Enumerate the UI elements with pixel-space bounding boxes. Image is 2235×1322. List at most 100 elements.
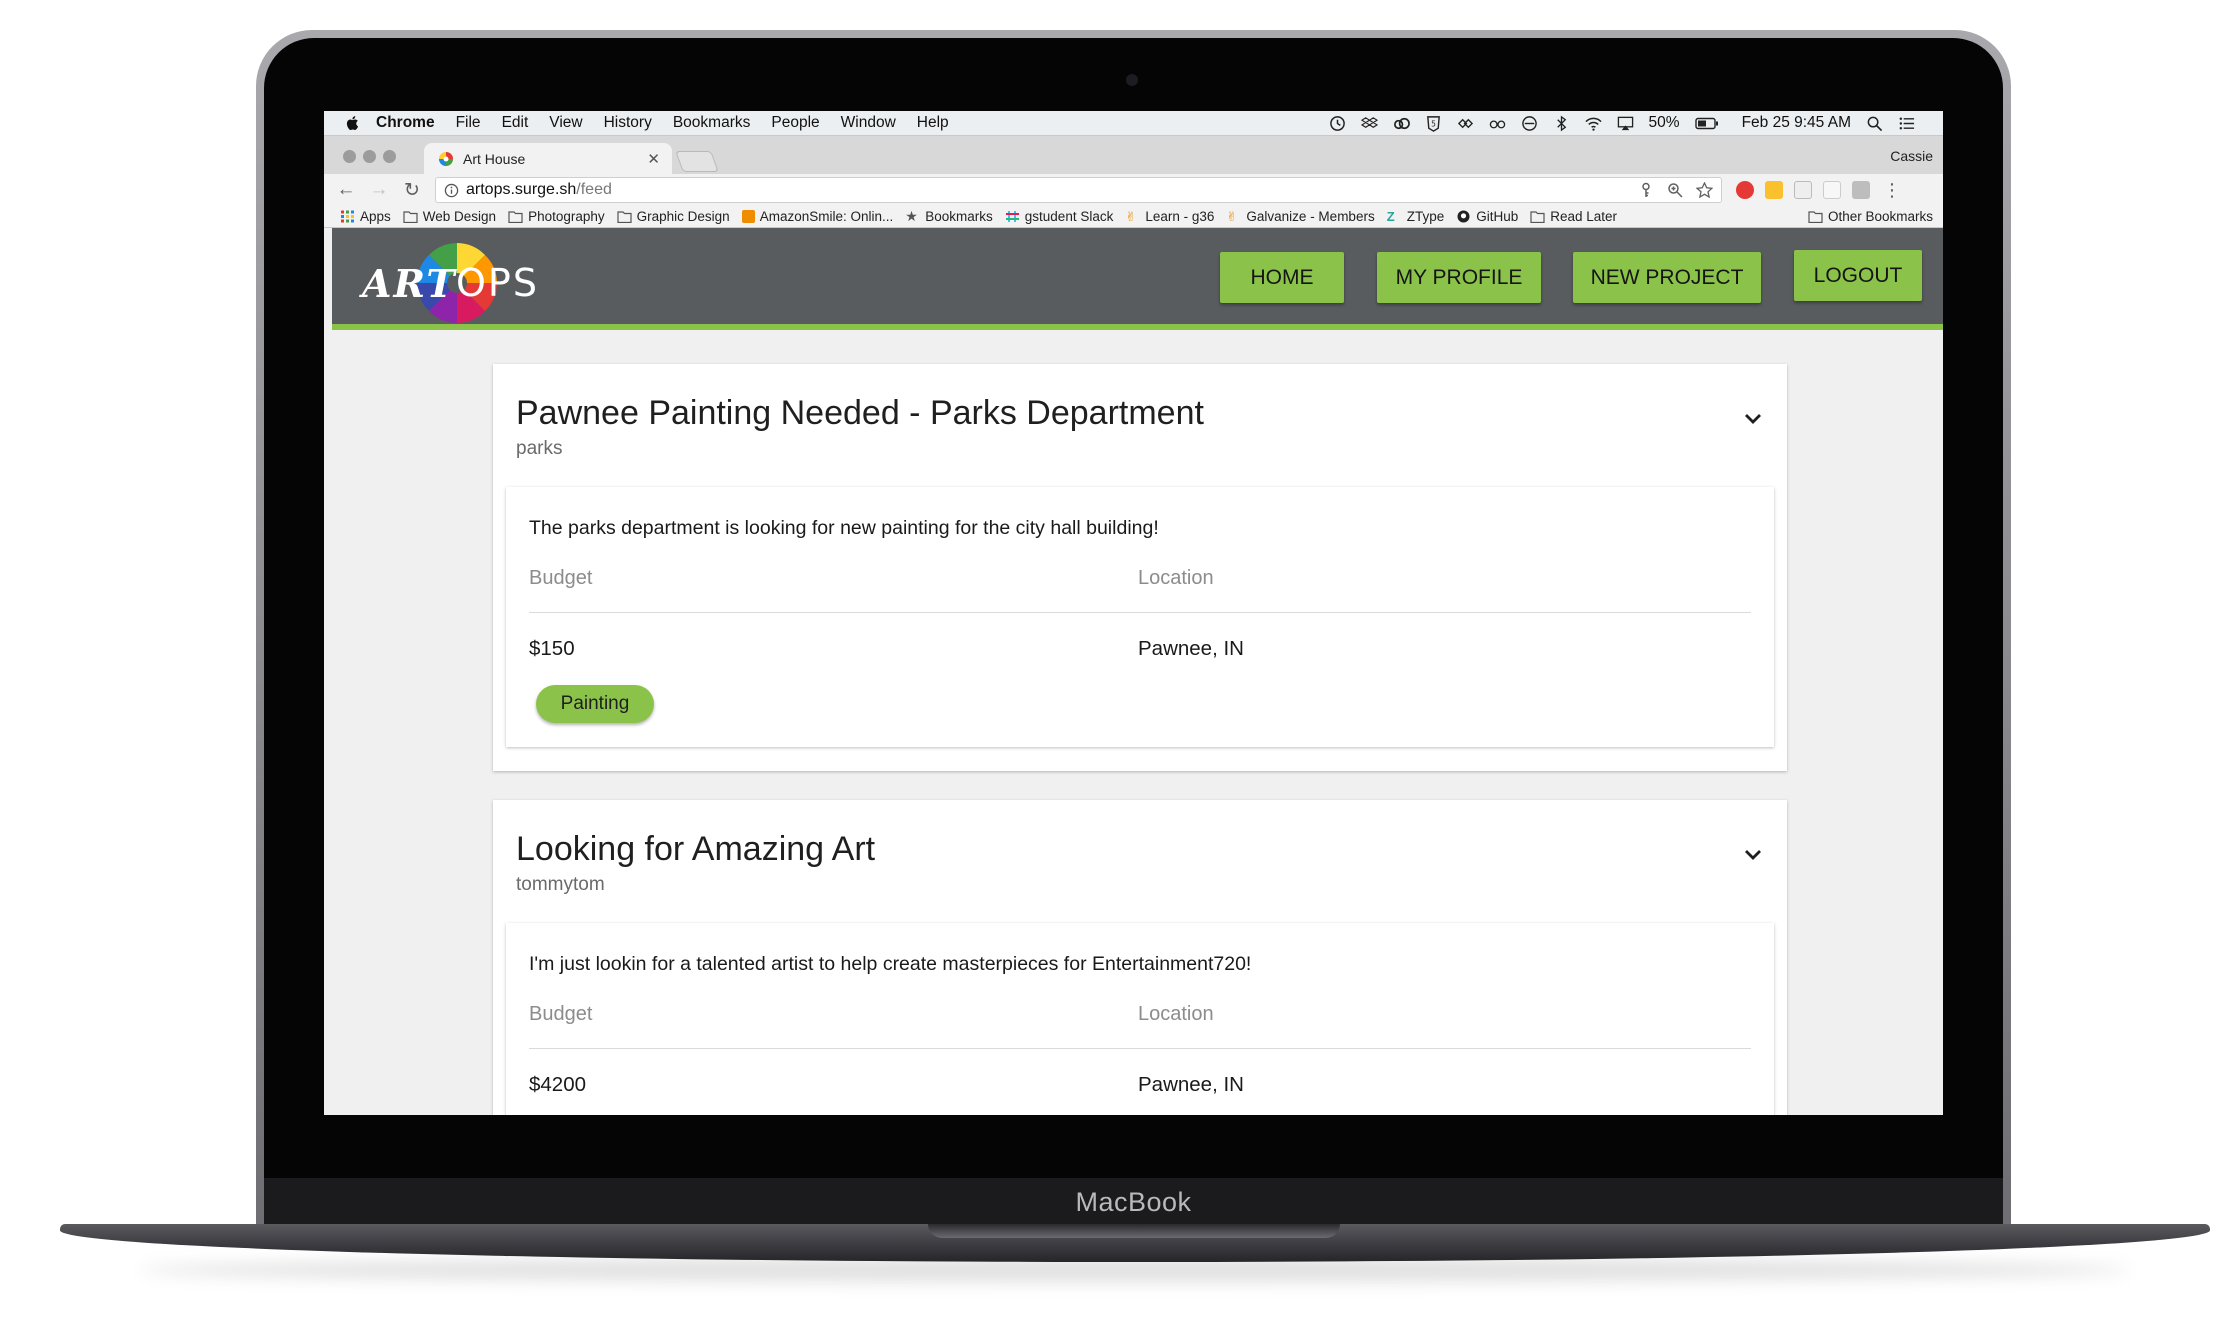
- apple-icon[interactable]: [344, 114, 362, 132]
- notification-center-icon[interactable]: [1898, 115, 1915, 132]
- project-owner: parks: [516, 438, 563, 459]
- project-title[interactable]: Pawnee Painting Needed - Parks Departmen…: [516, 394, 1204, 433]
- forward-arrow-icon[interactable]: →: [368, 179, 390, 201]
- bookmark-label: Bookmarks: [925, 209, 993, 224]
- bookmark-bookmarks[interactable]: ★ Bookmarks: [905, 209, 993, 224]
- adblock-plus-icon[interactable]: [1736, 181, 1754, 199]
- time-machine-icon[interactable]: [1329, 115, 1346, 132]
- bookmark-web-design[interactable]: Web Design: [403, 209, 496, 224]
- laptop-brand-label: MacBook: [1075, 1187, 1192, 1217]
- bookmark-apps[interactable]: Apps: [340, 209, 391, 224]
- new-tab-button[interactable]: [675, 151, 719, 172]
- bookmark-label: Apps: [360, 209, 391, 224]
- battery-icon[interactable]: [1694, 115, 1719, 132]
- project-title[interactable]: Looking for Amazing Art: [516, 830, 875, 869]
- info-icon[interactable]: [444, 183, 459, 198]
- camera-icon: [1126, 74, 1138, 86]
- project-owner: tommytom: [516, 874, 605, 895]
- dotted-square-extension-icon[interactable]: [1823, 181, 1841, 199]
- folder-icon: [403, 211, 418, 223]
- zoom-icon[interactable]: [1667, 182, 1683, 198]
- chevron-down-icon[interactable]: [1743, 412, 1763, 426]
- bluetooth-icon[interactable]: [1553, 115, 1570, 132]
- bookmark-other-bookmarks[interactable]: Other Bookmarks: [1808, 209, 1933, 224]
- chrome-toolbar: ← → ↻ artops.surge.sh/feed ⋮: [324, 174, 1943, 206]
- menu-window[interactable]: Window: [841, 114, 896, 132]
- shield-icon[interactable]: 5: [1425, 115, 1442, 132]
- bookmark-label: AmazonSmile: Onlin...: [759, 209, 894, 224]
- github-icon: [1457, 210, 1470, 223]
- new-project-button[interactable]: NEW PROJECT: [1573, 252, 1761, 303]
- slack-icon: [1005, 211, 1019, 222]
- bookmark-graphic-design[interactable]: Graphic Design: [617, 209, 730, 224]
- menu-people[interactable]: People: [771, 114, 819, 132]
- web-page: ART OPS HOME MY PROFILE NEW PROJECT LOGO…: [332, 228, 1943, 1115]
- profile-name[interactable]: Cassie: [1890, 148, 1933, 164]
- creative-cloud-icon[interactable]: [1393, 115, 1410, 132]
- menu-view[interactable]: View: [549, 114, 582, 132]
- wifi-icon[interactable]: [1584, 115, 1602, 132]
- project-details: The parks department is looking for new …: [506, 487, 1774, 747]
- extension-icon[interactable]: [1794, 181, 1812, 199]
- omnibox-actions: [1638, 182, 1721, 198]
- tab-title: Art House: [463, 150, 526, 167]
- chrome-tab-strip: Art House ✕ Cassie: [324, 136, 1943, 174]
- apps-grid-icon: [341, 210, 354, 223]
- home-button[interactable]: HOME: [1220, 252, 1344, 303]
- bookmark-amazonsmile[interactable]: AmazonSmile: Onlin...: [741, 209, 894, 224]
- folder-icon: [508, 211, 523, 223]
- bookmark-gstudent-slack[interactable]: gstudent Slack: [1005, 209, 1113, 224]
- project-description: I'm just lookin for a talented artist to…: [529, 953, 1252, 975]
- browser-tab[interactable]: Art House ✕: [424, 143, 672, 174]
- battery-percent: 50%: [1648, 114, 1680, 131]
- menu-bookmarks[interactable]: Bookmarks: [673, 114, 751, 132]
- category-chip[interactable]: Painting: [536, 685, 654, 723]
- menu-edit[interactable]: Edit: [502, 114, 529, 132]
- bookmark-ztype[interactable]: Z ZType: [1387, 209, 1445, 224]
- close-window-button[interactable]: [343, 150, 356, 163]
- menu-history[interactable]: History: [604, 114, 652, 132]
- grey-extension-icon[interactable]: [1852, 181, 1870, 199]
- bookmark-galvanize-members[interactable]: ✌ Galvanize - Members: [1226, 209, 1374, 224]
- menu-app-name[interactable]: Chrome: [376, 114, 435, 132]
- project-description: The parks department is looking for new …: [529, 517, 1159, 539]
- divider: [529, 1048, 1751, 1049]
- note-extension-icon[interactable]: [1765, 181, 1783, 199]
- art-house-favicon-icon: [439, 151, 453, 166]
- menubar-status-area: 5 50% Feb 25 9:45 AM: [1329, 114, 1943, 132]
- logout-button[interactable]: LOGOUT: [1794, 250, 1922, 301]
- chevron-down-icon[interactable]: [1743, 848, 1763, 862]
- bookmarks-bar: Apps Web Design Photography Graphic Desi…: [324, 206, 1943, 228]
- bookmark-learn-g36[interactable]: ✌ Learn - g36: [1125, 209, 1214, 224]
- chrome-menu-icon[interactable]: ⋮: [1883, 180, 1901, 201]
- logo-text-ops: OPS: [456, 261, 539, 305]
- menu-help[interactable]: Help: [917, 114, 949, 132]
- address-bar[interactable]: artops.surge.sh/feed: [435, 177, 1722, 203]
- folder-icon: [1530, 211, 1545, 223]
- minimize-window-button[interactable]: [363, 150, 376, 163]
- amazon-icon: [741, 210, 755, 223]
- close-tab-icon[interactable]: ✕: [647, 150, 660, 168]
- star-icon: ★: [905, 208, 918, 224]
- bookmark-photography[interactable]: Photography: [508, 209, 605, 224]
- airplay-icon[interactable]: [1617, 115, 1634, 132]
- key-icon[interactable]: [1638, 182, 1654, 198]
- do-not-disturb-icon[interactable]: [1521, 115, 1538, 132]
- folder-icon: [1808, 211, 1823, 223]
- dropbox-icon[interactable]: [1360, 115, 1378, 132]
- bookmark-star-icon[interactable]: [1696, 182, 1713, 198]
- reload-icon[interactable]: ↻: [401, 179, 423, 201]
- spotlight-search-icon[interactable]: [1866, 115, 1883, 132]
- zoom-window-button[interactable]: [383, 150, 396, 163]
- my-profile-button[interactable]: MY PROFILE: [1377, 252, 1541, 303]
- diamond-icon[interactable]: [1457, 115, 1474, 132]
- galvanize-icon: ✌: [1125, 209, 1137, 224]
- bookmark-github[interactable]: GitHub: [1456, 209, 1518, 224]
- clock[interactable]: Feb 25 9:45 AM: [1742, 114, 1851, 132]
- bookmark-label: Galvanize - Members: [1246, 209, 1375, 224]
- svg-text:5: 5: [1431, 119, 1436, 128]
- glasses-icon[interactable]: [1489, 115, 1506, 132]
- menu-file[interactable]: File: [456, 114, 481, 132]
- back-arrow-icon[interactable]: ←: [335, 179, 357, 201]
- bookmark-read-later[interactable]: Read Later: [1530, 209, 1617, 224]
